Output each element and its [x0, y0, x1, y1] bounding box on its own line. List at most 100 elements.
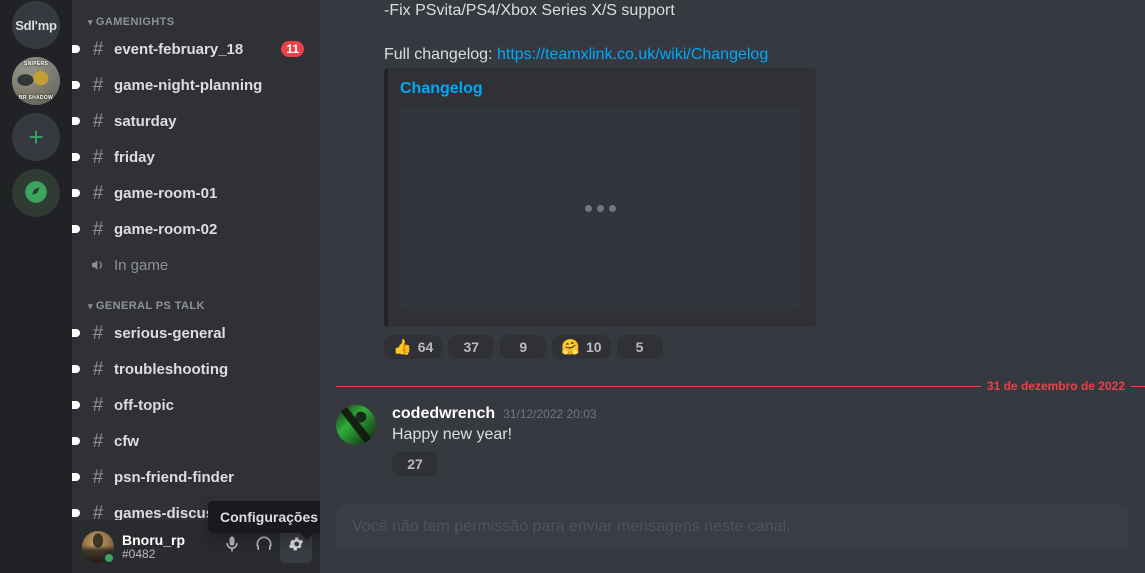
reaction-pill[interactable]: 37	[448, 335, 495, 359]
microphone-icon	[222, 534, 242, 559]
speaker-icon	[88, 257, 108, 273]
unread-indicator	[72, 365, 80, 373]
message-text-line1: -Fix PSvita/PS4/Xbox Series X/S support	[384, 2, 675, 19]
unread-indicator	[72, 437, 80, 445]
reaction-pill[interactable]: 🤗 10	[552, 335, 611, 359]
embed-image-loading	[400, 106, 800, 311]
server-art-top-text: SNIPERS	[23, 61, 49, 67]
hash-icon: #	[92, 322, 104, 344]
unread-indicator	[72, 473, 80, 481]
sidebar-item-friday[interactable]: # friday	[72, 140, 312, 174]
channel-name: saturday	[114, 112, 177, 130]
reaction-pill[interactable]: 27	[392, 452, 438, 476]
sidebar-item-saturday[interactable]: # saturday	[72, 104, 312, 138]
category-label: GENERAL PS TALK	[95, 300, 205, 312]
chevron-down-icon: ▾	[88, 300, 93, 311]
changelog-line: Full changelog: https://teamxlink.co.uk/…	[320, 22, 1145, 66]
headphones-icon	[254, 534, 274, 559]
avatar-graphic	[336, 405, 376, 445]
sidebar-item-psn-friend-finder[interactable]: # psn-friend-finder	[72, 460, 312, 494]
reaction-pill[interactable]: 5	[616, 335, 663, 359]
hash-icon: #	[92, 466, 104, 488]
reaction-count: 5	[635, 339, 644, 355]
divider-rule-end	[1131, 385, 1145, 387]
reaction-pill[interactable]: 9	[500, 335, 547, 359]
divider-date: 31 de dezembro de 2022	[986, 379, 1125, 393]
hash-icon: #	[92, 502, 104, 521]
hash-icon: #	[92, 74, 104, 96]
user-settings-tooltip: Configurações de Usuário	[208, 501, 320, 533]
user-panel-buttons	[216, 530, 312, 563]
unread-indicator	[72, 189, 80, 197]
channel-name: event-february_18	[114, 40, 244, 58]
message-timestamp: 31/12/2022 20:03	[503, 407, 597, 421]
message-list[interactable]: -Fix PSvita/PS4/Xbox Series X/S support …	[320, 0, 1145, 505]
channel-list[interactable]: ▾ GAMENIGHTS # event-february_18 11 # ga…	[72, 0, 320, 520]
message-input-placeholder: Você não tem permissão para enviar mensa…	[352, 518, 791, 535]
add-server-button[interactable]: +	[12, 113, 60, 161]
sidebar-item-game-room-02[interactable]: # game-room-02	[72, 212, 312, 246]
reaction-count: 9	[519, 339, 528, 355]
message-content: Happy new year!	[392, 426, 513, 443]
category-header-gamenights[interactable]: ▾ GAMENIGHTS	[72, 0, 320, 32]
message-header: codedwrench 31/12/2022 20:03	[392, 405, 1097, 423]
unread-badge: 11	[281, 41, 304, 57]
message-reactions: 👍 64 37 9 🤗 10 5	[320, 327, 1145, 359]
server-icon-sdlmp[interactable]: Sdl'mp	[12, 1, 60, 49]
discord-app: Sdl'mp SNIPERS BR SHADOW + ▾ GAMENIGHTS	[0, 0, 1145, 573]
user-meta[interactable]: Bnoru_rp #0482	[122, 532, 216, 562]
reaction-count: 10	[585, 339, 602, 355]
channel-name: psn-friend-finder	[114, 468, 234, 486]
server-icon-sdlmp-label: Sdl'mp	[15, 17, 57, 33]
reaction-pill[interactable]: 👍 64	[384, 335, 443, 359]
message-body: codedwrench 31/12/2022 20:03 Happy new y…	[392, 405, 1097, 476]
chevron-down-icon: ▾	[88, 16, 93, 27]
hugging-face-icon: 🤗	[561, 338, 580, 356]
avatar[interactable]	[336, 405, 376, 445]
hash-icon: #	[92, 358, 104, 380]
sidebar-item-game-night-planning[interactable]: # game-night-planning	[72, 68, 312, 102]
unread-indicator	[72, 45, 80, 53]
explore-servers-button[interactable]	[12, 169, 60, 217]
channel-name: troubleshooting	[114, 360, 229, 378]
channel-name: In game	[114, 256, 169, 274]
server-icon-art[interactable]: SNIPERS BR SHADOW	[12, 57, 60, 105]
deafen-button[interactable]	[248, 531, 280, 563]
unread-indicator	[72, 117, 80, 125]
server-rail: Sdl'mp SNIPERS BR SHADOW +	[0, 0, 72, 573]
hash-icon: #	[92, 110, 104, 132]
new-messages-date-divider: 31 de dezembro de 2022	[320, 379, 1145, 393]
hash-icon: #	[92, 146, 104, 168]
embed-title-link[interactable]: Changelog	[400, 80, 800, 98]
link-embed: Changelog	[384, 68, 816, 327]
unread-indicator	[72, 509, 80, 517]
unread-indicator	[72, 153, 80, 161]
sidebar-item-serious-general[interactable]: # serious-general	[72, 316, 312, 350]
channel-name: serious-general	[114, 324, 226, 342]
reaction-count: 27	[407, 456, 423, 472]
divider-rule	[336, 385, 981, 387]
sidebar-item-in-game-voice[interactable]: In game	[80, 248, 312, 282]
unread-indicator	[72, 81, 80, 89]
changelog-link[interactable]: https://teamxlink.co.uk/wiki/Changelog	[497, 46, 768, 63]
unread-indicator	[72, 329, 80, 337]
plus-icon: +	[28, 122, 44, 152]
composer-area: Você não tem permissão para enviar mensa…	[320, 505, 1145, 573]
message-item: codedwrench 31/12/2022 20:03 Happy new y…	[320, 393, 1145, 476]
category-header-general-ps-talk[interactable]: ▾ GENERAL PS TALK	[72, 284, 320, 316]
username: Bnoru_rp	[122, 531, 185, 548]
sidebar-item-troubleshooting[interactable]: # troubleshooting	[72, 352, 312, 386]
sidebar-item-game-room-01[interactable]: # game-room-01	[72, 176, 312, 210]
sidebar-item-event-february_18[interactable]: # event-february_18 11	[72, 32, 312, 66]
avatar[interactable]	[82, 530, 116, 565]
message-author[interactable]: codedwrench	[392, 405, 495, 423]
reaction-count: 37	[463, 339, 480, 355]
mute-microphone-button[interactable]	[216, 531, 248, 563]
sidebar-item-cfw[interactable]: # cfw	[72, 424, 312, 458]
thumbs-up-icon: 👍	[393, 338, 412, 356]
user-discriminator: #0482	[122, 546, 156, 561]
category-label: GAMENIGHTS	[95, 16, 175, 28]
sidebar-item-off-topic[interactable]: # off-topic	[72, 388, 312, 422]
loading-dots-icon	[584, 205, 616, 212]
changelog-label: Full changelog:	[384, 46, 497, 63]
